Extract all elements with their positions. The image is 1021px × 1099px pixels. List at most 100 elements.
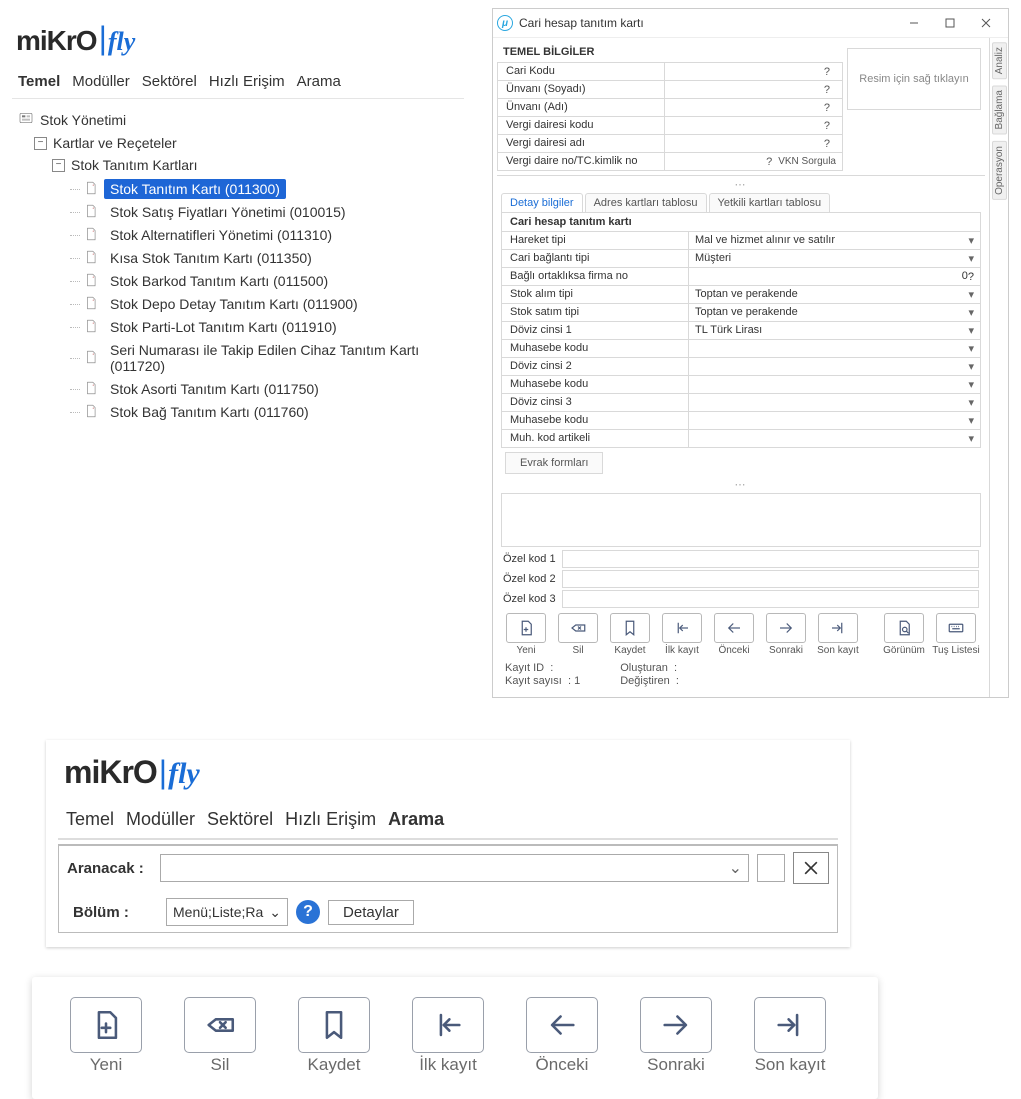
sidetab-baglama[interactable]: Bağlama [992,85,1007,134]
field-stok-alim-tipi[interactable]: Toptan ve perakende▾ [688,286,980,303]
field-muhasebe-kodu-2[interactable]: ▾ [688,376,980,393]
document-icon [84,249,98,268]
bolum-label: Bölüm : [67,904,158,921]
minimize-button[interactable] [896,12,932,34]
menu-temel[interactable]: Temel [64,807,116,832]
menu-hizli[interactable]: Hızlı Erişim [207,71,287,92]
kaydet-button[interactable]: Kaydet [288,997,380,1075]
onceki-button[interactable]: Önceki [709,613,759,656]
chevron-down-icon: ⌄ [269,904,281,921]
menu-hizli[interactable]: Hızlı Erişim [283,807,378,832]
vkn-sorgula-button[interactable]: VKN Sorgula [778,156,836,167]
collapse-icon: − [34,137,47,150]
notes-textarea[interactable] [501,493,981,547]
sil-button[interactable]: Sil [553,613,603,656]
field-cari-kodu[interactable]: ? [664,63,842,80]
tree-item-011310[interactable]: Stok Alternatifleri Yönetimi (011310) [16,225,460,245]
field-doviz-cinsi-2[interactable]: ▾ [688,358,980,375]
menu-moduller[interactable]: Modüller [70,71,132,92]
tree-item-label: Seri Numarası ile Takip Edilen Cihaz Tan… [104,340,460,376]
detail-grid-title: Cari hesap tanıtım kartı [502,213,980,232]
tree-item-011910[interactable]: Stok Parti-Lot Tanıtım Kartı (011910) [16,317,460,337]
tree-item-label: Stok Parti-Lot Tanıtım Kartı (011910) [104,317,343,337]
ozel-kod-3-input[interactable] [562,590,979,608]
tab-detay-bilgiler[interactable]: Detay bilgiler [501,193,583,212]
field-unvani-adi[interactable]: ? [664,99,842,116]
image-drop-area[interactable]: Resim için sağ tıklayın [847,48,981,110]
sil-button[interactable]: Sil [174,997,266,1075]
field-cari-baglanti-tipi[interactable]: Müşteri▾ [688,250,980,267]
field-hareket-tipi[interactable]: Mal ve hizmet alınır ve satılır▾ [688,232,980,249]
tree-item-label: Stok Asorti Tanıtım Kartı (011750) [104,379,325,399]
ozel-kod-2-input[interactable] [562,570,979,588]
field-stok-satim-tipi[interactable]: Toptan ve perakende▾ [688,304,980,321]
tree-item-011750[interactable]: Stok Asorti Tanıtım Kartı (011750) [16,379,460,399]
menu-arama[interactable]: Arama [295,71,343,92]
menu-moduller[interactable]: Modüller [124,807,197,832]
son-kayit-button[interactable]: Son kayıt [744,997,836,1075]
tree-item-011300[interactable]: Stok Tanıtım Kartı (011300) [16,179,460,199]
tree-root-stok-yonetimi[interactable]: Stok Yönetimi [16,107,460,132]
gorunum-button[interactable]: Görünüm [879,613,929,656]
aranacak-input[interactable]: ⌄ [160,854,749,882]
tus-listesi-button[interactable]: Tuş Listesi [931,613,981,656]
help-button[interactable]: ? [296,900,320,924]
field-vergi-dairesi-kodu[interactable]: ? [664,117,842,134]
yeni-button[interactable]: Yeni [501,613,551,656]
tree-subgroup-stok-tanitim[interactable]: − Stok Tanıtım Kartları [16,154,460,176]
ilk-kayit-button[interactable]: İlk kayıt [657,613,707,656]
tree-item-011500[interactable]: Stok Barkod Tanıtım Kartı (011500) [16,271,460,291]
field-unvani-soyadi[interactable]: ? [664,81,842,98]
search-aux-button[interactable] [757,854,785,882]
tree-item-label: Stok Satış Fiyatları Yönetimi (010015) [104,202,352,222]
tree-item-011760[interactable]: Stok Bağ Tanıtım Kartı (011760) [16,402,460,422]
search-bar: Aranacak : ⌄ Bölüm : Menü;Liste;Ra⌄ ? De… [58,844,838,933]
field-muh-kod-artikeli[interactable]: ▾ [688,430,980,447]
field-doviz-cinsi-3[interactable]: ▾ [688,394,980,411]
document-icon [84,318,98,337]
sidetab-operasyon[interactable]: Operasyon [992,141,1007,200]
sidetab-analiz[interactable]: Analiz [992,42,1007,79]
tree-item-011720[interactable]: Seri Numarası ile Takip Edilen Cihaz Tan… [16,340,460,376]
tab-yetkili-kartlari[interactable]: Yetkili kartları tablosu [709,193,831,212]
tree-item-label: Stok Bağ Tanıtım Kartı (011760) [104,402,315,422]
menu-temel[interactable]: Temel [16,71,62,92]
field-vergi-dairesi-adi[interactable]: ? [664,135,842,152]
kaydet-button[interactable]: Kaydet [605,613,655,656]
maximize-button[interactable] [932,12,968,34]
close-button[interactable] [968,12,1004,34]
sonraki-button[interactable]: Sonraki [761,613,811,656]
tab-adres-kartlari[interactable]: Adres kartları tablosu [585,193,707,212]
field-doviz-cinsi-1[interactable]: TL Türk Lirası▾ [688,322,980,339]
main-menu-panel: miKrO | fly Temel Modüller Sektörel Hızl… [8,8,468,443]
onceki-button[interactable]: Önceki [516,997,608,1075]
bolum-select[interactable]: Menü;Liste;Ra⌄ [166,898,288,926]
field-muhasebe-kodu-3[interactable]: ▾ [688,412,980,429]
sonraki-button[interactable]: Sonraki [630,997,722,1075]
menu-sektorel[interactable]: Sektörel [140,71,199,92]
ozel-kod-1-label: Özel kod 1 [503,553,556,565]
tree-item-011900[interactable]: Stok Depo Detay Tanıtım Kartı (011900) [16,294,460,314]
search-panel: miKrO | fly Temel Modüller Sektörel Hızl… [46,740,850,947]
tree-group-kartlar[interactable]: − Kartlar ve Reçeteler [16,132,460,154]
menu-sektorel[interactable]: Sektörel [205,807,275,832]
son-kayit-button[interactable]: Son kayıt [813,613,863,656]
field-muhasebe-kodu-1[interactable]: ▾ [688,340,980,357]
tree-item-010015[interactable]: Stok Satış Fiyatları Yönetimi (010015) [16,202,460,222]
evrak-formlari-button[interactable]: Evrak formları [505,452,603,474]
brand-divider: | [99,20,107,57]
field-bagli-ortaklik-firma-no[interactable]: 0? [688,268,980,285]
yeni-button[interactable]: Yeni [60,997,152,1075]
detail-fields-grid: Cari hesap tanıtım kartı Hareket tipiMal… [501,212,981,448]
menu-arama[interactable]: Arama [386,807,446,832]
tree-item-011350[interactable]: Kısa Stok Tanıtım Kartı (011350) [16,248,460,268]
field-vergi-daire-no[interactable]: ?VKN Sorgula [664,153,842,170]
field-label: Vergi dairesi adı [498,135,664,152]
tree-item-label: Stok Tanıtım Kartı (011300) [104,179,286,199]
brand-divider: | [159,754,167,791]
ozel-kod-1-input[interactable] [562,550,979,568]
search-close-button[interactable] [793,852,829,884]
right-side-tabs: Analiz Bağlama Operasyon [989,38,1008,697]
ilk-kayit-button[interactable]: İlk kayıt [402,997,494,1075]
detaylar-button[interactable]: Detaylar [328,900,414,925]
